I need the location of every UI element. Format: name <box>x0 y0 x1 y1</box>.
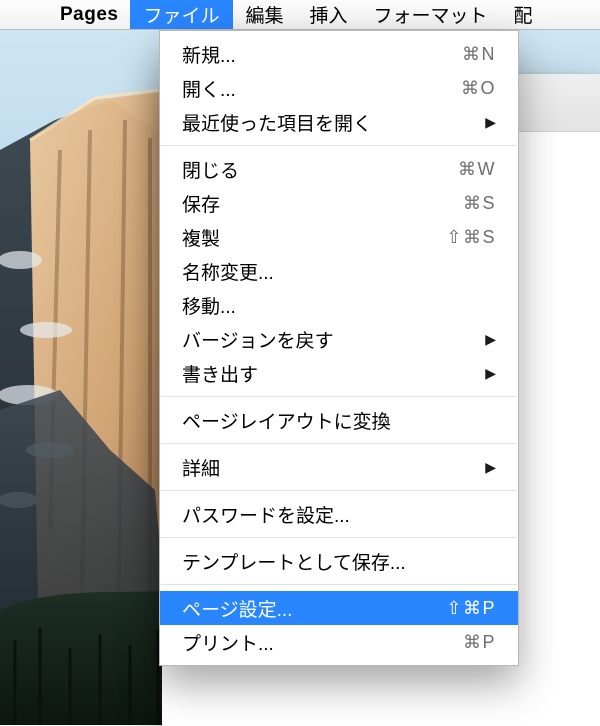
menu-item[interactable]: 移動... <box>160 288 518 322</box>
menu-item-label: テンプレートとして保存... <box>182 548 406 575</box>
menu-separator <box>161 396 517 397</box>
menu-item[interactable]: 複製 ⇧⌘S <box>160 220 518 254</box>
menu-item-label: 保存 <box>182 190 220 217</box>
application-menu[interactable]: Pages <box>48 4 130 26</box>
menu-item[interactable]: 新規... ⌘N <box>160 37 518 71</box>
menu-item[interactable]: テンプレートとして保存... <box>160 544 518 578</box>
menu-item[interactable]: ページレイアウトに変換 <box>160 403 518 437</box>
menu-separator <box>161 145 517 146</box>
menu-item-label: ページ設定... <box>182 595 292 622</box>
menu-separator <box>161 443 517 444</box>
menu-item-shortcut: ⇧⌘S <box>446 227 496 248</box>
menu-separator <box>161 584 517 585</box>
menubar-item-4[interactable]: 配 <box>501 0 546 29</box>
menu-item-label: 詳細 <box>182 454 220 481</box>
menu-item[interactable]: 開く... ⌘O <box>160 71 518 105</box>
menu-item-shortcut: ⌘O <box>461 78 496 99</box>
menu-item-label: 移動... <box>182 292 236 319</box>
menu-item-shortcut: ⌘S <box>463 193 496 214</box>
menu-item[interactable]: 詳細 ▶ <box>160 450 518 484</box>
menu-item-label: プリント... <box>182 629 274 656</box>
menu-item-shortcut: ⌘P <box>463 632 496 653</box>
menubar: Pages ファイル編集挿入フォーマット配 <box>0 0 600 30</box>
menu-item-label: 閉じる <box>182 156 239 183</box>
menu-item[interactable]: 書き出す ▶ <box>160 356 518 390</box>
menu-item-shortcut: ⌘W <box>458 159 496 180</box>
submenu-arrow-icon: ▶ <box>485 331 496 348</box>
menu-item-label: 複製 <box>182 224 220 251</box>
submenu-arrow-icon: ▶ <box>485 365 496 382</box>
menu-item[interactable]: パスワードを設定... <box>160 497 518 531</box>
menu-item[interactable]: 保存 ⌘S <box>160 186 518 220</box>
menu-item-label: 開く... <box>182 75 236 102</box>
menu-item-shortcut: ⇧⌘P <box>446 598 496 619</box>
menu-item-label: ページレイアウトに変換 <box>182 407 391 434</box>
menubar-item-1[interactable]: 編集 <box>233 0 297 29</box>
menu-item-label: 名称変更... <box>182 258 274 285</box>
menubar-item-2[interactable]: 挿入 <box>297 0 361 29</box>
menu-item[interactable]: プリント... ⌘P <box>160 625 518 659</box>
menu-item-label: 最近使った項目を開く <box>182 109 372 136</box>
menu-item-label: 書き出す <box>182 360 258 387</box>
menu-item[interactable]: ページ設定... ⇧⌘P <box>160 591 518 625</box>
menubar-item-0[interactable]: ファイル <box>130 0 232 29</box>
menu-item[interactable]: 名称変更... <box>160 254 518 288</box>
menu-item[interactable]: バージョンを戻す ▶ <box>160 322 518 356</box>
menu-separator <box>161 490 517 491</box>
submenu-arrow-icon: ▶ <box>485 114 496 131</box>
menu-item-shortcut: ⌘N <box>462 44 496 65</box>
menu-item-label: 新規... <box>182 41 236 68</box>
menubar-item-3[interactable]: フォーマット <box>361 0 501 29</box>
menu-separator <box>161 537 517 538</box>
submenu-arrow-icon: ▶ <box>485 459 496 476</box>
menu-item[interactable]: 最近使った項目を開く ▶ <box>160 105 518 139</box>
menu-item-label: パスワードを設定... <box>182 501 350 528</box>
file-menu-dropdown: 新規... ⌘N 開く... ⌘O 最近使った項目を開く ▶ 閉じる ⌘W 保存 ⌘S 複製 ⇧⌘S 名… <box>159 30 519 666</box>
desktop: 新規... ⌘N 開く... ⌘O 最近使った項目を開く ▶ 閉じる ⌘W 保存 ⌘S 複製 ⇧⌘S 名… <box>0 30 600 725</box>
menu-item[interactable]: 閉じる ⌘W <box>160 152 518 186</box>
menu-item-label: バージョンを戻す <box>182 326 334 353</box>
